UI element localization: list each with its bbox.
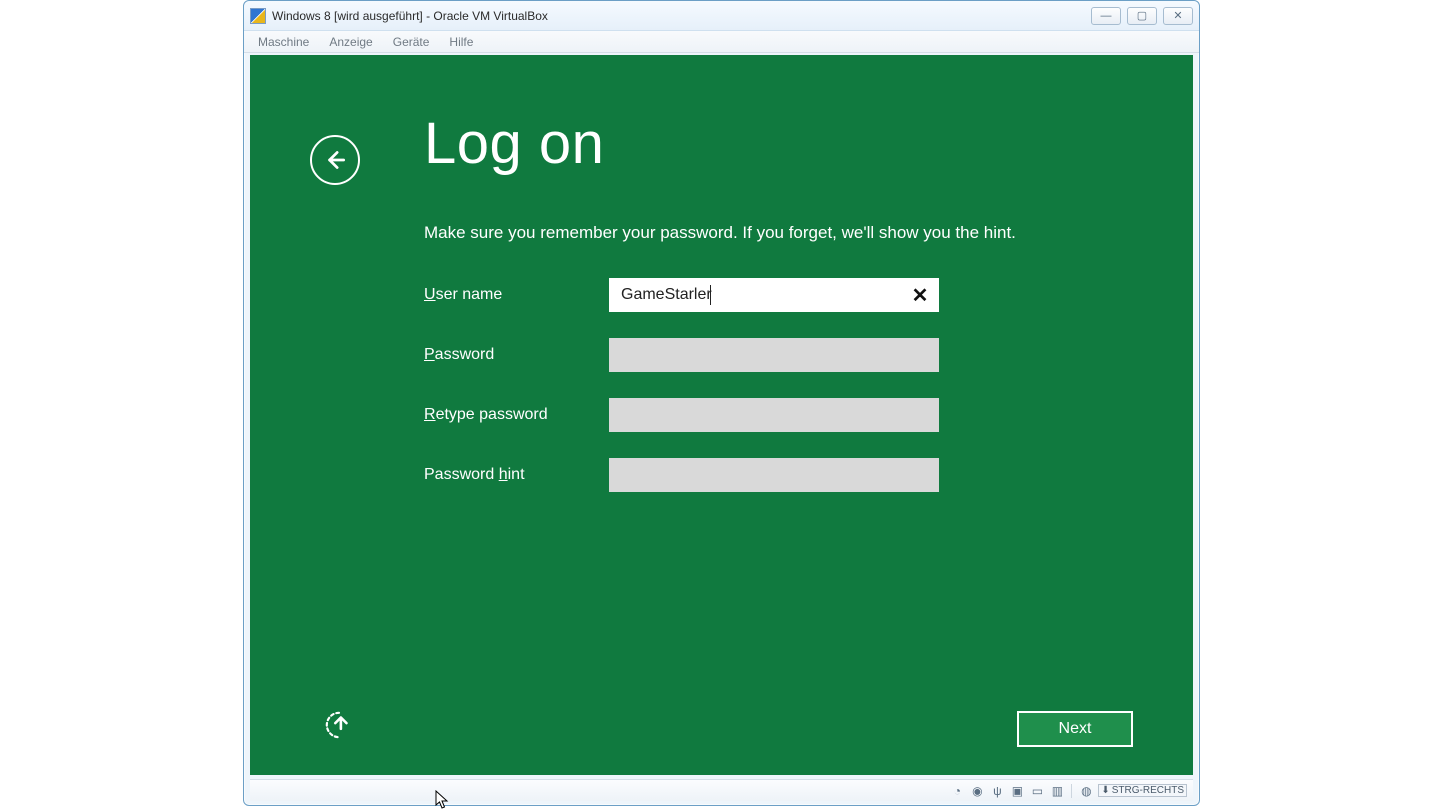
menubar: Maschine Anzeige Geräte Hilfe <box>244 31 1199 53</box>
page-subtitle: Make sure you remember your password. If… <box>424 223 1016 243</box>
ease-of-access-icon <box>324 710 354 740</box>
password-input[interactable] <box>609 338 939 372</box>
vm-window: Windows 8 [wird ausgeführt] - Oracle VM … <box>243 0 1200 806</box>
hint-field-wrap <box>609 458 939 492</box>
text-caret <box>710 285 711 305</box>
next-button-label: Next <box>1059 720 1092 738</box>
down-arrow-icon: ⬇ <box>1101 785 1109 796</box>
host-key-label: STRG-RECHTS <box>1112 785 1184 796</box>
statusbar: ◔ ◉ ψ ▣ ▭ ▥ ◍ ⬇ STRG-RECHTS <box>250 779 1193 801</box>
username-input[interactable] <box>609 278 939 312</box>
row-username: User name ✕ <box>424 265 944 325</box>
back-button[interactable] <box>310 135 360 185</box>
minimize-button[interactable]: — <box>1091 7 1121 25</box>
next-button[interactable]: Next <box>1017 711 1133 747</box>
titlebar: Windows 8 [wird ausgeführt] - Oracle VM … <box>244 1 1199 31</box>
window-controls: — ▢ ✕ <box>1091 7 1193 25</box>
hard-disk-icon[interactable]: ◔ <box>949 783 965 799</box>
display-icon[interactable]: ▭ <box>1029 783 1045 799</box>
clear-username-button[interactable]: ✕ <box>905 278 935 312</box>
row-password: Password <box>424 325 944 385</box>
menu-anzeige[interactable]: Anzeige <box>319 33 382 51</box>
optical-drive-icon[interactable]: ◉ <box>969 783 985 799</box>
network-icon[interactable]: ◍ <box>1078 783 1094 799</box>
label-password: Password <box>424 346 609 364</box>
video-capture-icon[interactable]: ▥ <box>1049 783 1065 799</box>
virtualbox-icon <box>250 8 266 24</box>
menu-maschine[interactable]: Maschine <box>248 33 319 51</box>
shared-folder-icon[interactable]: ▣ <box>1009 783 1025 799</box>
close-button[interactable]: ✕ <box>1163 7 1193 25</box>
label-username: User name <box>424 286 609 304</box>
row-hint: Password hint <box>424 445 944 505</box>
arrow-left-icon <box>322 147 348 173</box>
retype-field-wrap <box>609 398 939 432</box>
retype-password-input[interactable] <box>609 398 939 432</box>
username-field-wrap: ✕ <box>609 278 939 312</box>
host-key-indicator[interactable]: ⬇ STRG-RECHTS <box>1098 784 1187 797</box>
statusbar-separator <box>1071 784 1072 798</box>
maximize-button[interactable]: ▢ <box>1127 7 1157 25</box>
menu-hilfe[interactable]: Hilfe <box>439 33 483 51</box>
ease-of-access-button[interactable] <box>324 710 354 745</box>
window-title: Windows 8 [wird ausgeführt] - Oracle VM … <box>272 9 1085 23</box>
password-hint-input[interactable] <box>609 458 939 492</box>
row-retype: Retype password <box>424 385 944 445</box>
password-field-wrap <box>609 338 939 372</box>
label-hint: Password hint <box>424 466 609 484</box>
usb-icon[interactable]: ψ <box>989 783 1005 799</box>
label-retype: Retype password <box>424 406 609 424</box>
page-title: Log on <box>424 110 604 177</box>
guest-screen: Log on Make sure you remember your passw… <box>250 55 1193 775</box>
logon-form: User name ✕ Password Retype password <box>424 265 944 505</box>
menu-geraete[interactable]: Geräte <box>383 33 440 51</box>
